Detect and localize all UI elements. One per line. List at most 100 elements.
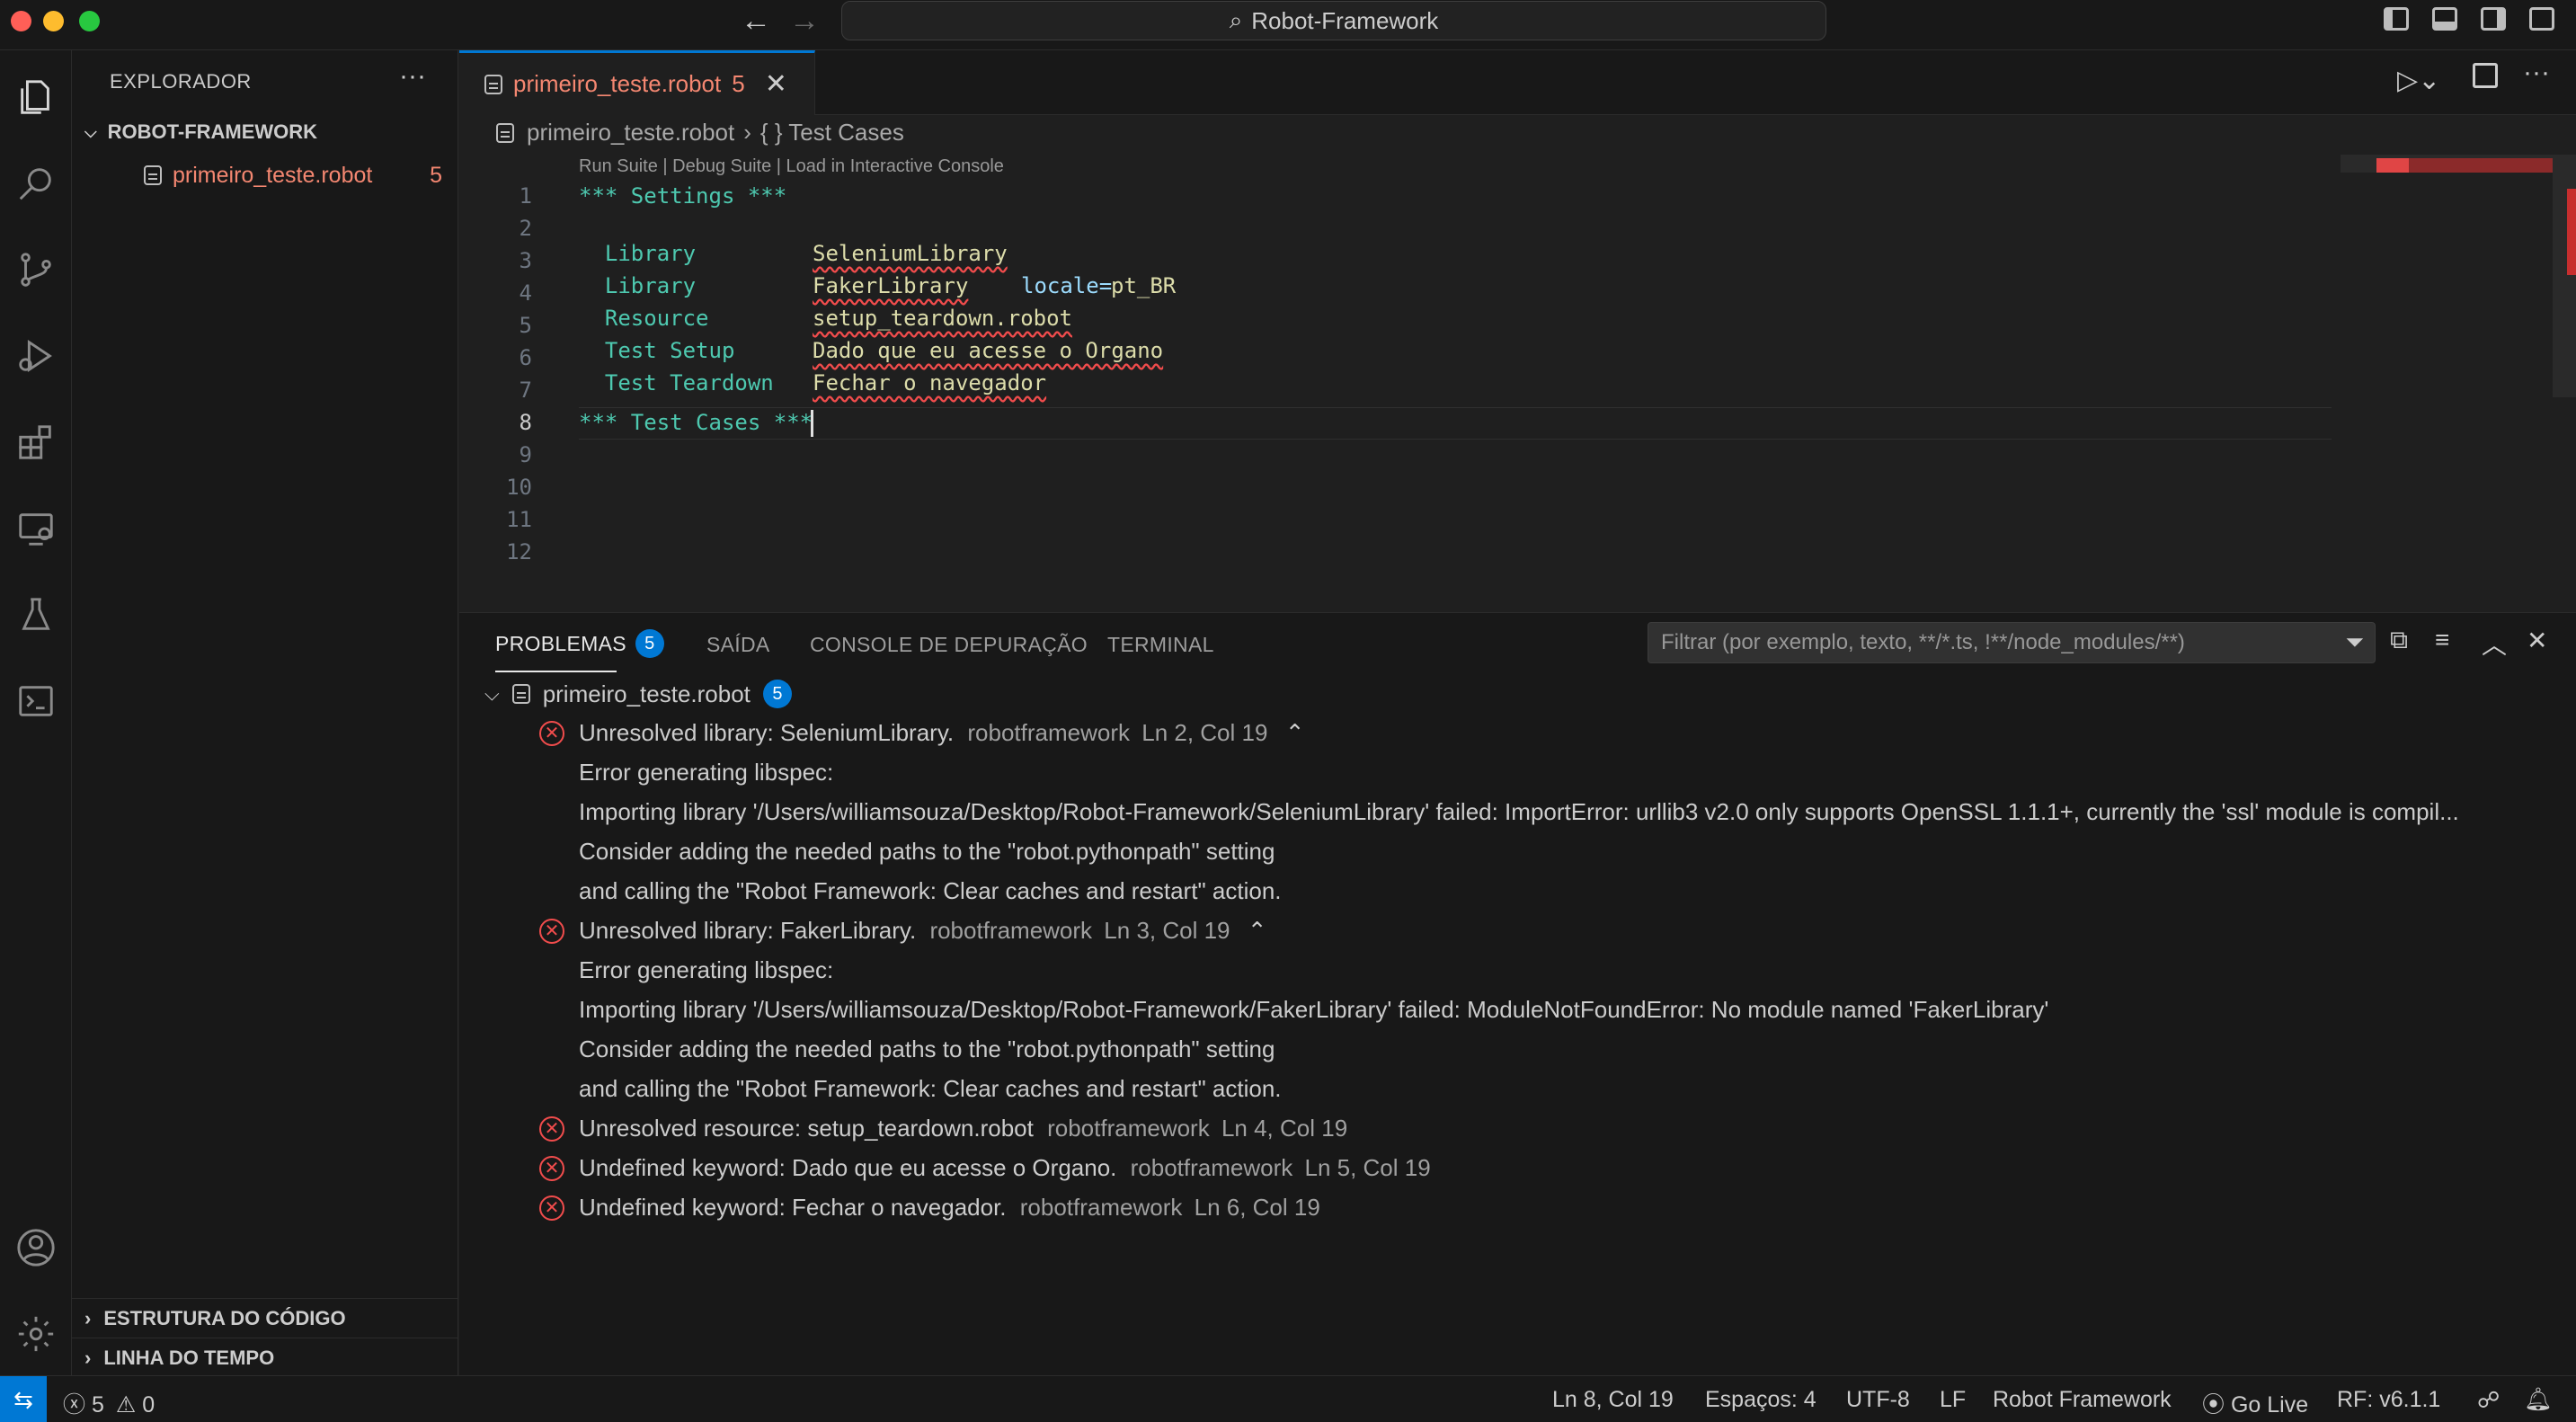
close-tab-icon[interactable]: ✕ (765, 68, 787, 100)
chevron-up-icon[interactable]: ⌃ (1285, 719, 1305, 746)
line-number: 12 (506, 539, 532, 564)
explorer-icon[interactable] (9, 70, 63, 124)
editor-tab-bar: primeiro_teste.robot 5 ✕ ▷⌄ ··· (459, 50, 2576, 115)
search-icon[interactable] (9, 156, 63, 210)
breadcrumb-file[interactable]: primeiro_teste.robot (527, 119, 734, 147)
manage-gear-icon[interactable] (9, 1307, 63, 1361)
toggle-panel-icon[interactable] (2432, 7, 2457, 31)
view-as-tree-icon[interactable]: ≡ (2435, 626, 2449, 654)
chevron-up-icon[interactable]: ⌃ (1248, 917, 1267, 944)
tab-primeiro-teste[interactable]: primeiro_teste.robot 5 ✕ (459, 50, 815, 115)
maximize-panel-icon[interactable]: ︿ (2482, 626, 2507, 662)
search-icon: ⌕ (1229, 6, 1243, 33)
customize-layout-icon[interactable] (2529, 7, 2554, 31)
tab-problems-label: PROBLEMAS (495, 631, 626, 655)
remote-indicator-icon[interactable]: ⇆ (0, 1376, 47, 1422)
problem-item[interactable]: Unresolved library: FakerLibrary. robotf… (579, 917, 1267, 945)
problem-message: Unresolved resource: setup_teardown.robo… (579, 1115, 1034, 1142)
minimize-window-button[interactable] (43, 11, 64, 31)
more-actions-icon[interactable]: ··· (399, 61, 426, 92)
codelens-actions[interactable]: Run Suite | Debug Suite | Load in Intera… (579, 156, 1004, 177)
maximize-window-button[interactable] (79, 11, 100, 31)
problem-message: Unresolved library: SeleniumLibrary. (579, 719, 955, 746)
filter-funnel-icon[interactable]: ⏷ (2345, 628, 2364, 657)
problem-item[interactable]: Undefined keyword: Dado que eu acesse o … (579, 1154, 1431, 1182)
back-arrow-icon[interactable]: ← (741, 4, 771, 39)
go-live-button[interactable]: ⦿ Go Live (2202, 1387, 2308, 1419)
remote-explorer-icon[interactable] (9, 502, 63, 555)
toggle-primary-sidebar-icon[interactable] (2384, 7, 2409, 31)
tab-output[interactable]: SAÍDA (706, 633, 770, 657)
problems-status[interactable]: ⓧ 5 ⚠ 0 (63, 1387, 155, 1419)
error-count: 5 (91, 1392, 104, 1418)
active-tab-indicator (495, 671, 617, 672)
code-line-1[interactable]: *** Settings *** (579, 183, 786, 209)
problems-group-file[interactable]: ⌵ primeiro_teste.robot 5 (484, 680, 792, 708)
tab-terminal[interactable]: TERMINAL (1107, 633, 1214, 657)
group-file-name: primeiro_teste.robot (542, 680, 751, 707)
breadcrumb-symbol[interactable]: { } Test Cases (760, 119, 904, 147)
close-panel-icon[interactable]: ✕ (2527, 626, 2547, 655)
status-bar: ⇆ ⓧ 5 ⚠ 0 Ln 8, Col 19 Espaços: 4 UTF-8 … (0, 1375, 2576, 1422)
minimap[interactable] (2341, 155, 2553, 180)
account-icon[interactable] (9, 1221, 63, 1275)
current-line-highlight (579, 407, 2332, 440)
problem-source: robotframework (929, 917, 1093, 944)
line-number: 10 (506, 475, 532, 500)
chevron-down-icon: ⌵ (84, 122, 97, 141)
terminal-icon[interactable] (9, 674, 63, 728)
code-line-6[interactable]: Test Teardown Fechar o navegador (579, 345, 1046, 395)
end-of-line[interactable]: LF (1940, 1387, 1966, 1413)
problem-location: Ln 3, Col 19 (1104, 917, 1230, 944)
language-mode[interactable]: Robot Framework (1993, 1387, 2172, 1413)
tab-label: primeiro_teste.robot (513, 70, 722, 97)
problem-detail: Consider adding the needed paths to the … (579, 838, 1275, 865)
folder-robot-framework[interactable]: ⌵ ROBOT-FRAMEWORK (84, 120, 317, 144)
broadcast-icon: ⦿ (2202, 1392, 2225, 1418)
more-actions-icon[interactable]: ··· (2523, 58, 2550, 88)
rf-version[interactable]: RF: v6.1.1 (2337, 1387, 2440, 1413)
file-item-primeiro-teste[interactable]: primeiro_teste.robot 5 (144, 159, 458, 191)
problems-filter-input[interactable]: Filtrar (por exemplo, texto, **/*.ts, !*… (1648, 622, 2376, 663)
setting-value: setup_teardown.robot (813, 306, 1072, 331)
close-window-button[interactable] (11, 11, 31, 31)
code-line-8[interactable]: *** Test Cases *** (579, 410, 813, 435)
line-number: 4 (519, 280, 532, 306)
argument-name: locale= (1021, 273, 1113, 298)
toggle-secondary-sidebar-icon[interactable] (2481, 7, 2506, 31)
error-icon: ✕ (539, 1156, 564, 1181)
cursor-position[interactable]: Ln 8, Col 19 (1552, 1387, 1674, 1413)
error-icon: ✕ (539, 919, 564, 944)
problem-item[interactable]: Unresolved resource: setup_teardown.robo… (579, 1115, 1347, 1142)
testing-icon[interactable] (9, 588, 63, 642)
problem-source: robotframework (1130, 1154, 1293, 1181)
timeline-section[interactable]: › LINHA DO TEMPO (84, 1346, 274, 1370)
warning-count: 0 (142, 1392, 155, 1418)
activity-bar (0, 50, 72, 1375)
forward-arrow-icon[interactable]: → (789, 4, 820, 39)
line-number: 7 (519, 378, 532, 403)
command-center[interactable]: ⌕ Robot-Framework (841, 1, 1826, 40)
notifications-bell-icon[interactable]: 🔔︎ (2524, 1387, 2553, 1413)
run-debug-icon[interactable] (9, 329, 63, 383)
warning-icon: ⚠ (115, 1392, 137, 1418)
setting-keyword: Test Teardown (604, 370, 774, 395)
split-editor-icon[interactable] (2473, 63, 2498, 88)
problem-item[interactable]: Undefined keyword: Fechar o navegador. r… (579, 1194, 1320, 1222)
feedback-icon[interactable]: ☍ (2477, 1387, 2500, 1414)
robot-file-icon (496, 122, 514, 143)
tab-debug-console[interactable]: CONSOLE DE DEPURAÇÃO (810, 633, 1088, 657)
source-control-icon[interactable] (9, 243, 63, 297)
encoding[interactable]: UTF-8 (1846, 1387, 1910, 1413)
extensions-icon[interactable] (9, 415, 63, 469)
file-problem-count: 5 (430, 162, 442, 188)
robot-file-icon (511, 684, 530, 704)
collapse-all-icon[interactable]: ⧉ (2390, 626, 2408, 655)
outline-section[interactable]: › ESTRUTURA DO CÓDIGO (84, 1307, 346, 1330)
indentation[interactable]: Espaços: 4 (1705, 1387, 1817, 1413)
run-file-icon[interactable]: ▷⌄ (2397, 65, 2440, 96)
text-cursor (811, 410, 813, 437)
tab-problems[interactable]: PROBLEMAS 5 (495, 629, 664, 658)
problem-item[interactable]: Unresolved library: SeleniumLibrary. rob… (579, 719, 1304, 747)
error-icon: ✕ (539, 1116, 564, 1142)
